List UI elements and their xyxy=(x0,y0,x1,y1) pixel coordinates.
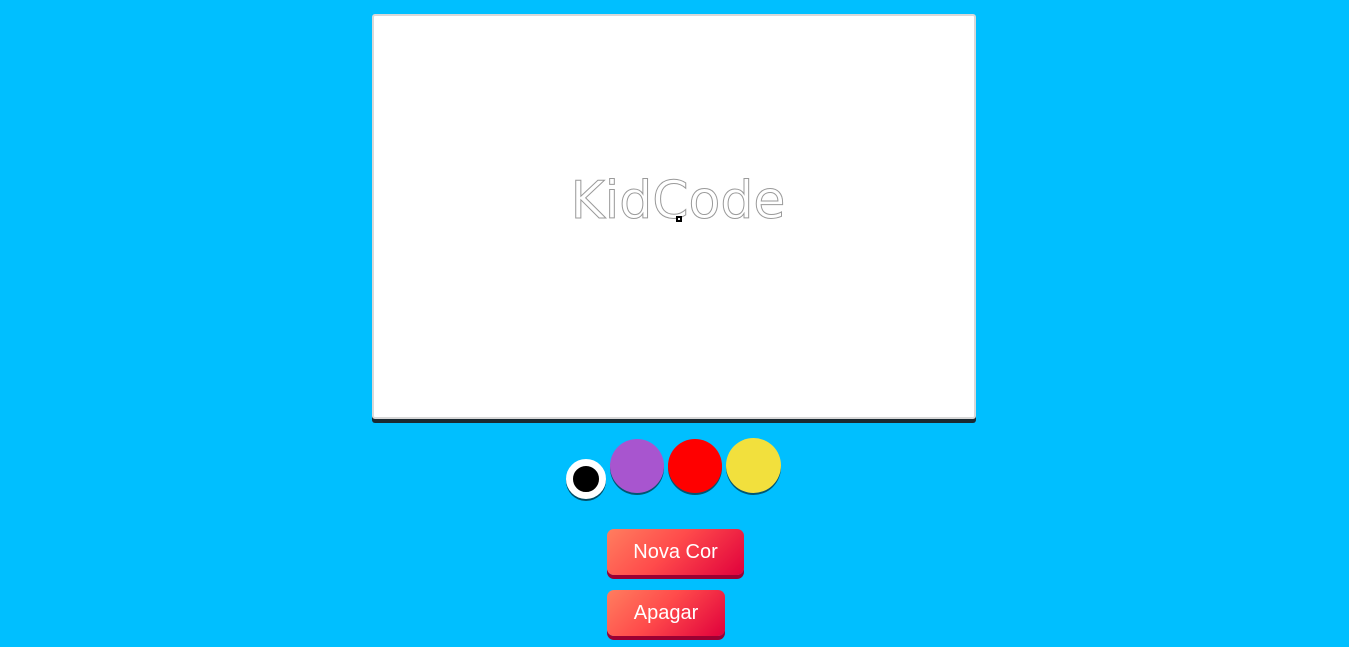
canvas-watermark: KidCode xyxy=(571,171,786,231)
brush-cursor-icon xyxy=(676,216,682,222)
canvas-surface: KidCode xyxy=(570,171,786,232)
new-color-button[interactable]: Nova Cor xyxy=(607,529,744,575)
color-swatch-black[interactable] xyxy=(566,459,606,499)
color-swatch-red[interactable] xyxy=(668,439,722,493)
erase-button[interactable]: Apagar xyxy=(607,590,725,636)
color-swatch-yellow[interactable] xyxy=(726,438,781,493)
color-swatch-purple[interactable] xyxy=(610,439,664,493)
drawing-canvas[interactable]: KidCode xyxy=(372,14,976,419)
